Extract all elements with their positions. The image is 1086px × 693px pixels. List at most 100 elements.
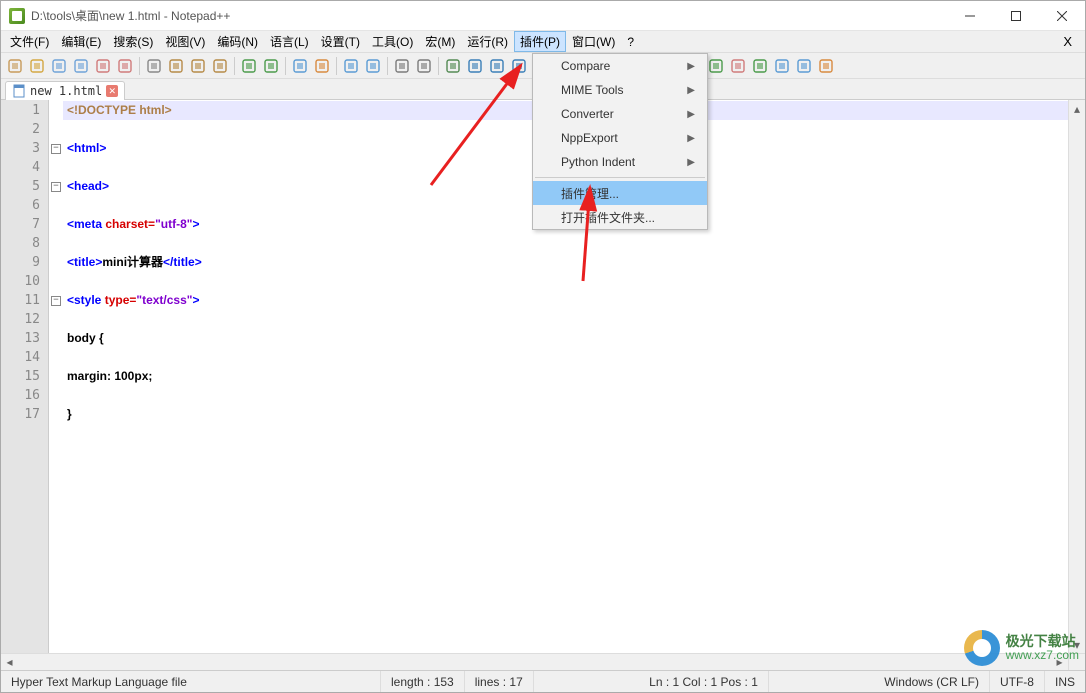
cut-button[interactable] — [166, 56, 186, 76]
replace-button[interactable] — [312, 56, 332, 76]
status-insert-mode[interactable]: INS — [1045, 671, 1085, 692]
menubar-close-x[interactable]: X — [1053, 34, 1082, 49]
fold-cell — [49, 310, 63, 329]
horizontal-scrollbar[interactable]: ◂ ▸ — [1, 653, 1085, 670]
find-button[interactable] — [290, 56, 310, 76]
menu-语言l[interactable]: 语言(L) — [264, 31, 315, 52]
line-number: 15 — [1, 367, 48, 386]
copy-button[interactable] — [188, 56, 208, 76]
watermark-text-1: 极光下载站 — [1006, 634, 1079, 649]
line-number: 6 — [1, 196, 48, 215]
line-number: 12 — [1, 310, 48, 329]
zoom-in-button[interactable] — [341, 56, 361, 76]
fold-cell — [49, 272, 63, 291]
menu-视图v[interactable]: 视图(V) — [159, 31, 211, 52]
watermark-logo-icon — [964, 630, 1000, 666]
menu-编码n[interactable]: 编码(N) — [211, 31, 264, 52]
menu-文件f[interactable]: 文件(F) — [4, 31, 55, 52]
submenu-arrow-icon: ▶ — [687, 85, 695, 96]
watermark-text-2: www.xz7.com — [1006, 649, 1079, 662]
menu-item-打开插件文件夹[interactable]: 打开插件文件夹... — [533, 205, 707, 229]
fold-cell — [49, 234, 63, 253]
scroll-left-icon[interactable]: ◂ — [1, 654, 18, 670]
fold-cell — [49, 253, 63, 272]
fold-cell — [49, 348, 63, 367]
menu-宏m[interactable]: 宏(M) — [419, 31, 461, 52]
wordwrap-button[interactable] — [414, 56, 434, 76]
tab-close-icon[interactable]: ✕ — [106, 85, 118, 97]
udl-button[interactable] — [487, 56, 507, 76]
tab-new1[interactable]: new 1.html ✕ — [5, 81, 125, 100]
macro5-button[interactable] — [794, 56, 814, 76]
menu-窗口w[interactable]: 窗口(W) — [566, 31, 621, 52]
window-buttons — [947, 1, 1085, 30]
scroll-up-icon[interactable]: ▴ — [1069, 100, 1085, 117]
code-line: <title>mini计算器</title> — [63, 253, 1068, 272]
plugins-menu-dropdown: Compare▶MIME Tools▶Converter▶NppExport▶P… — [532, 53, 708, 230]
sync-button[interactable] — [392, 56, 412, 76]
menu-插件p[interactable]: 插件(P) — [514, 31, 566, 52]
show-all-button[interactable] — [443, 56, 463, 76]
status-encoding[interactable]: UTF-8 — [990, 671, 1045, 692]
save-button[interactable] — [49, 56, 69, 76]
menu-item-插件管理[interactable]: 插件管理... — [533, 181, 707, 205]
status-eol[interactable]: Windows (CR LF) — [874, 671, 990, 692]
maximize-button[interactable] — [993, 1, 1039, 30]
vertical-scrollbar[interactable]: ▴ ▾ — [1068, 100, 1085, 653]
menu-工具o[interactable]: 工具(O) — [366, 31, 419, 52]
macro3-button[interactable] — [750, 56, 770, 76]
menubar: 文件(F)编辑(E)搜索(S)视图(V)编码(N)语言(L)设置(T)工具(O)… — [1, 31, 1085, 53]
open-file-button[interactable] — [27, 56, 47, 76]
fold-toggle-icon[interactable]: − — [51, 144, 61, 154]
code-line: margin: 100px; — [63, 367, 1068, 386]
menu-?[interactable]: ? — [621, 33, 640, 51]
print-button[interactable] — [144, 56, 164, 76]
fold-cell — [49, 158, 63, 177]
fold-toggle-icon[interactable]: − — [51, 182, 61, 192]
code-line — [63, 386, 1068, 405]
menu-设置t[interactable]: 设置(T) — [315, 31, 366, 52]
macro1-button[interactable] — [706, 56, 726, 76]
paste-button[interactable] — [210, 56, 230, 76]
fold-cell — [49, 101, 63, 120]
fold-cell — [49, 196, 63, 215]
line-number: 17 — [1, 405, 48, 424]
menu-item-compare[interactable]: Compare▶ — [533, 54, 707, 78]
tab-label: new 1.html — [30, 84, 102, 98]
new-file-button[interactable] — [5, 56, 25, 76]
watermark: 极光下载站 www.xz7.com — [964, 630, 1079, 666]
menu-item-python-indent[interactable]: Python Indent▶ — [533, 150, 707, 174]
close-button[interactable] — [93, 56, 113, 76]
window-title: D:\tools\桌面\new 1.html - Notepad++ — [31, 7, 947, 24]
status-lines: lines : 17 — [465, 671, 534, 692]
code-line — [63, 272, 1068, 291]
redo-button[interactable] — [261, 56, 281, 76]
macro6-button[interactable] — [816, 56, 836, 76]
statusbar: Hyper Text Markup Language file length :… — [1, 670, 1085, 692]
status-length: length : 153 — [381, 671, 465, 692]
minimize-button[interactable] — [947, 1, 993, 30]
menu-运行r[interactable]: 运行(R) — [461, 31, 514, 52]
line-number: 11 — [1, 291, 48, 310]
zoom-out-button[interactable] — [363, 56, 383, 76]
indent-guide-button[interactable] — [465, 56, 485, 76]
macro4-button[interactable] — [772, 56, 792, 76]
code-line — [63, 348, 1068, 367]
close-button[interactable] — [1039, 1, 1085, 30]
doc-map-button[interactable] — [509, 56, 529, 76]
line-number: 7 — [1, 215, 48, 234]
submenu-arrow-icon: ▶ — [687, 157, 695, 168]
menu-item-converter[interactable]: Converter▶ — [533, 102, 707, 126]
menu-搜索s[interactable]: 搜索(S) — [107, 31, 159, 52]
fold-toggle-icon[interactable]: − — [51, 296, 61, 306]
line-number: 9 — [1, 253, 48, 272]
menu-item-mime-tools[interactable]: MIME Tools▶ — [533, 78, 707, 102]
menu-item-nppexport[interactable]: NppExport▶ — [533, 126, 707, 150]
code-line: } — [63, 405, 1068, 424]
save-all-button[interactable] — [71, 56, 91, 76]
menu-编辑e[interactable]: 编辑(E) — [55, 31, 107, 52]
close-all-button[interactable] — [115, 56, 135, 76]
code-line: <style type="text/css"> — [63, 291, 1068, 310]
macro2-button[interactable] — [728, 56, 748, 76]
undo-button[interactable] — [239, 56, 259, 76]
